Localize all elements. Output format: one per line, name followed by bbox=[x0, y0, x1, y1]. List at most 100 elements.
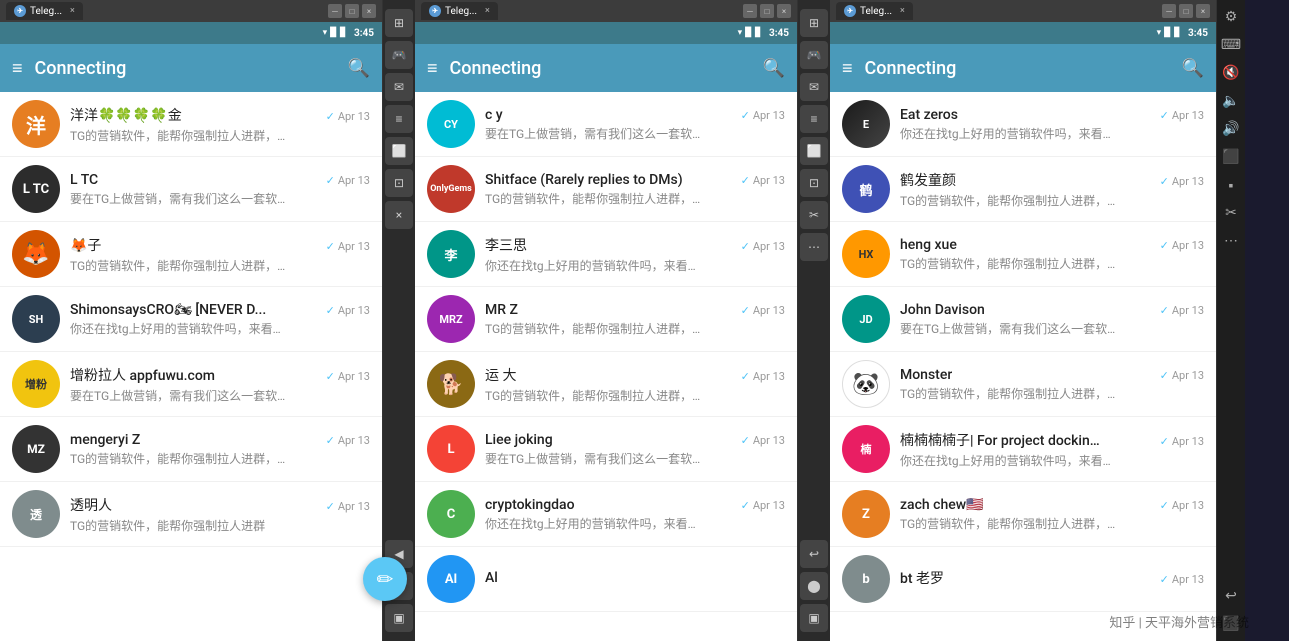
browser-minimize-2[interactable]: ─ bbox=[743, 4, 757, 18]
check-icon-2-1: ✓ bbox=[741, 109, 750, 122]
chat-date-3-1: Apr 13 bbox=[1172, 109, 1204, 122]
battery-icon-2: ▊ bbox=[755, 28, 762, 38]
chat-item-2-5[interactable]: 🐕 运 大 ✓ Apr 13 TG的营销软件，能帮你强制拉人进群，… bbox=[415, 352, 797, 417]
tab-close-1[interactable]: × bbox=[70, 6, 75, 16]
right-btn-scissor[interactable]: ✂ bbox=[1218, 200, 1244, 226]
right-btn-keyboard[interactable]: ⌨ bbox=[1218, 32, 1244, 58]
search-icon-3[interactable]: 🔍 bbox=[1182, 58, 1204, 79]
chat-item-1-4[interactable]: SH ShimonsaysCRO🏍 [NEVER D... ✓ Apr 13 你… bbox=[0, 287, 382, 352]
browser-tab-1[interactable]: ✈ Teleg... × bbox=[6, 2, 83, 20]
toolbar-btn-close[interactable]: × bbox=[385, 201, 413, 229]
toolbar-btn-menu[interactable]: ≡ bbox=[385, 105, 413, 133]
status-bar-3: ▾ ▉ ▊ 3:45 bbox=[830, 22, 1216, 44]
chat-item-3-3[interactable]: HX heng xue ✓ Apr 13 TG的营销软件，能帮你强制拉人进群，… bbox=[830, 222, 1216, 287]
check-icon-1-1: ✓ bbox=[326, 110, 335, 123]
chat-item-2-4[interactable]: MRZ MR Z ✓ Apr 13 TG的营销软件，能帮你强制拉人进群，… bbox=[415, 287, 797, 352]
toolbar-btn-square[interactable]: ⬜ bbox=[385, 137, 413, 165]
chat-name-1-5: 增粉拉人 appfuwu.com bbox=[70, 365, 215, 385]
browser-close-2[interactable]: × bbox=[777, 4, 791, 18]
chat-item-2-3[interactable]: 李 李三思 ✓ Apr 13 你还在找tg上好用的营销软件吗，来看… bbox=[415, 222, 797, 287]
chat-item-3-6[interactable]: 楠 楠楠楠楠子| For project dockin... ✓ Apr 13 … bbox=[830, 417, 1216, 482]
toolbar-btn-dots-2[interactable]: ⋯ bbox=[800, 233, 828, 261]
toolbar-btn-scissor-2[interactable]: ✂ bbox=[800, 201, 828, 229]
toolbar-btn-game-2[interactable]: 🎮 bbox=[800, 41, 828, 69]
chat-date-2-5: Apr 13 bbox=[753, 370, 785, 383]
chat-item-1-7[interactable]: 透 透明人 ✓ Apr 13 TG的营销软件，能帮你强制拉人进群 bbox=[0, 482, 382, 547]
chat-item-2-8[interactable]: Al Al bbox=[415, 547, 797, 612]
toolbar-btn-apps[interactable]: ⊡ bbox=[385, 169, 413, 197]
telegram-favicon-1: ✈ bbox=[14, 5, 26, 17]
browser-minimize-1[interactable]: ─ bbox=[328, 4, 342, 18]
browser-close-3[interactable]: × bbox=[1196, 4, 1210, 18]
chat-item-1-6[interactable]: MZ mengeryi Z ✓ Apr 13 TG的营销软件，能帮你强制拉人进群… bbox=[0, 417, 382, 482]
menu-icon-2[interactable]: ≡ bbox=[427, 58, 438, 79]
chat-date-1-7: Apr 13 bbox=[338, 500, 370, 513]
search-icon-1[interactable]: 🔍 bbox=[348, 58, 370, 79]
chat-content-2-3: 李三思 ✓ Apr 13 你还在找tg上好用的营销软件吗，来看… bbox=[485, 235, 785, 274]
toolbar-btn-back-2[interactable]: ↩ bbox=[800, 540, 828, 568]
menu-icon-3[interactable]: ≡ bbox=[842, 58, 853, 79]
chat-name-2-3: 李三思 bbox=[485, 235, 527, 255]
browser-maximize-2[interactable]: □ bbox=[760, 4, 774, 18]
toolbar-btn-mail-2[interactable]: ✉ bbox=[800, 73, 828, 101]
toolbar-btn-recent-2[interactable]: ▣ bbox=[800, 604, 828, 632]
avatar-2-6: L bbox=[427, 425, 475, 473]
chat-content-1-4: ShimonsaysCRO🏍 [NEVER D... ✓ Apr 13 你还在找… bbox=[70, 302, 370, 337]
right-btn-vol-low[interactable]: 🔈 bbox=[1218, 88, 1244, 114]
chat-item-1-5[interactable]: 增粉 增粉拉人 appfuwu.com ✓ Apr 13 要在TG上做营销，需有… bbox=[0, 352, 382, 417]
chat-item-2-6[interactable]: L Liee joking ✓ Apr 13 要在TG上做营销，需有我们这么一套… bbox=[415, 417, 797, 482]
chat-item-3-7[interactable]: Z zach chew🇺🇸 ✓ Apr 13 TG的营销软件，能帮你强制拉人进群… bbox=[830, 482, 1216, 547]
tg-header-1: ≡ Connecting 🔍 bbox=[0, 44, 382, 92]
browser-maximize-1[interactable]: □ bbox=[345, 4, 359, 18]
chat-content-1-2: L TC ✓ Apr 13 要在TG上做营销，需有我们这么一套软… bbox=[70, 172, 370, 207]
browser-minimize-3[interactable]: ─ bbox=[1162, 4, 1176, 18]
toolbar-btn-home-2[interactable]: ⬤ bbox=[800, 572, 828, 600]
chat-item-2-2[interactable]: OnlyGems Shitface (Rarely replies to DMs… bbox=[415, 157, 797, 222]
right-btn-dots[interactable]: ⋯ bbox=[1218, 228, 1244, 254]
status-icons-2: ▾ ▉ ▊ 3:45 bbox=[738, 28, 789, 39]
toolbar-btn-grid[interactable]: ⊞ bbox=[385, 9, 413, 37]
right-btn-mute[interactable]: 🔇 bbox=[1218, 60, 1244, 86]
toolbar-btn-mail[interactable]: ✉ bbox=[385, 73, 413, 101]
browser-tab-3[interactable]: ✈ Teleg... × bbox=[836, 2, 913, 20]
toolbar-btn-apps-2[interactable]: ⊡ bbox=[800, 169, 828, 197]
chat-date-3-7: Apr 13 bbox=[1172, 499, 1204, 512]
toolbar-btn-game[interactable]: 🎮 bbox=[385, 41, 413, 69]
toolbar-btn-recent[interactable]: ▣ bbox=[385, 604, 413, 632]
search-icon-2[interactable]: 🔍 bbox=[763, 58, 785, 79]
chat-item-3-8[interactable]: b bt 老罗 ✓ Apr 13 bbox=[830, 547, 1216, 612]
browser-maximize-3[interactable]: □ bbox=[1179, 4, 1193, 18]
chat-item-3-1[interactable]: E Eat zeros ✓ Apr 13 你还在找tg上好用的营销软件吗，来看… bbox=[830, 92, 1216, 157]
toolbar-btn-menu-2[interactable]: ≡ bbox=[800, 105, 828, 133]
tab-close-3[interactable]: × bbox=[900, 6, 905, 16]
toolbar-btn-grid-2[interactable]: ⊞ bbox=[800, 9, 828, 37]
chat-item-2-7[interactable]: C cryptokingdao ✓ Apr 13 你还在找tg上好用的营销软件吗… bbox=[415, 482, 797, 547]
menu-icon-1[interactable]: ≡ bbox=[12, 58, 23, 79]
chat-name-1-1: 洋洋🍀🍀🍀🍀金 bbox=[70, 105, 182, 125]
chat-meta-3-4: ✓ Apr 13 bbox=[1160, 304, 1204, 317]
tab-close-2[interactable]: × bbox=[485, 6, 490, 16]
chat-item-3-4[interactable]: JD John Davison ✓ Apr 13 要在TG上做营销，需有我们这么… bbox=[830, 287, 1216, 352]
chat-item-2-1[interactable]: CY c y ✓ Apr 13 要在TG上做营销，需有我们这么一套软… bbox=[415, 92, 797, 157]
right-btn-vol-high[interactable]: 🔊 bbox=[1218, 116, 1244, 142]
chat-item-3-2[interactable]: 鹤 鹤发童颜 ✓ Apr 13 TG的营销软件，能帮你强制拉人进群，… bbox=[830, 157, 1216, 222]
right-btn-back[interactable]: ↩ bbox=[1218, 583, 1244, 609]
chat-preview-3-4: 要在TG上做营销，需有我们这么一套软… bbox=[900, 320, 1204, 337]
chat-item-1-2[interactable]: L TC L TC ✓ Apr 13 要在TG上做营销，需有我们这么一套软… bbox=[0, 157, 382, 222]
chat-item-1-3[interactable]: 🦊 🦊子 ✓ Apr 13 TG的营销软件，能帮你强制拉人进群，… bbox=[0, 222, 382, 287]
tg-header-2: ≡ Connecting 🔍 bbox=[415, 44, 797, 92]
fab-1[interactable]: ✏ bbox=[363, 557, 407, 601]
wifi-icon-1: ▾ bbox=[323, 28, 328, 38]
chat-name-1-4: ShimonsaysCRO🏍 [NEVER D... bbox=[70, 302, 266, 318]
chat-item-3-5[interactable]: 🐼 Monster ✓ Apr 13 TG的营销软件，能帮你强制拉人进群，… bbox=[830, 352, 1216, 417]
browser-close-1[interactable]: × bbox=[362, 4, 376, 18]
chat-item-1-1[interactable]: 洋 洋洋🍀🍀🍀🍀金 ✓ Apr 13 TG的营销软件，能帮你强制拉人进群，… bbox=[0, 92, 382, 157]
right-btn-box3[interactable]: ⬛ bbox=[1218, 611, 1244, 637]
toolbar-btn-square-2[interactable]: ⬜ bbox=[800, 137, 828, 165]
browser-tab-2[interactable]: ✈ Teleg... × bbox=[421, 2, 498, 20]
right-btn-settings[interactable]: ⚙ bbox=[1218, 4, 1244, 30]
check-icon-1-2: ✓ bbox=[326, 174, 335, 187]
telegram-panel-1: ✈ Teleg... × ─ □ × ▾ ▉ ▊ 3:45 bbox=[0, 0, 383, 641]
right-btn-box1[interactable]: ⬛ bbox=[1218, 144, 1244, 170]
right-btn-box2[interactable]: ▪ bbox=[1218, 172, 1244, 198]
